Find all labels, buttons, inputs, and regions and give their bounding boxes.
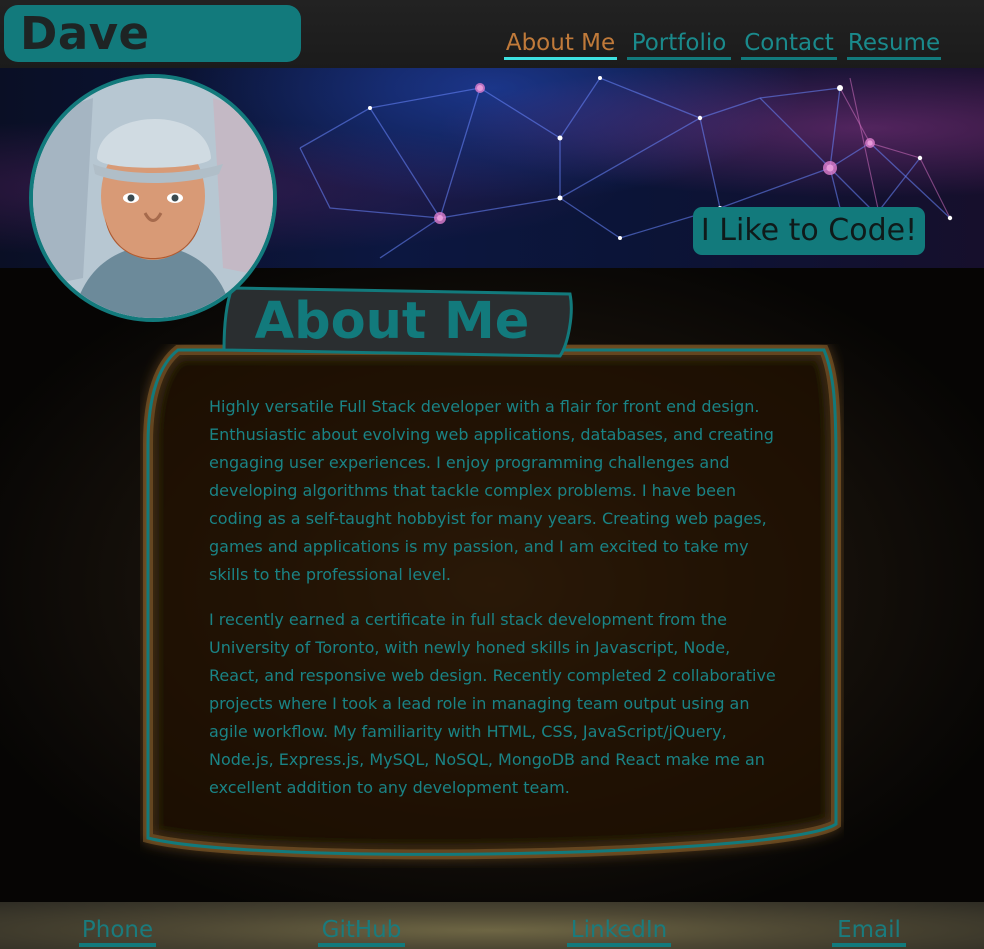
nav-resume[interactable]: Resume [847, 28, 941, 60]
site-footer: Phone GitHub LinkedIn Email [0, 902, 984, 949]
footer-github-link[interactable]: GitHub [318, 916, 405, 947]
site-name[interactable]: Dave Quinn [4, 5, 301, 117]
profile-photo-illustration [33, 78, 273, 318]
tagline-badge: I Like to Code! [693, 207, 925, 255]
about-paragraph-1: Highly versatile Full Stack developer wi… [209, 397, 774, 584]
nav-about-me[interactable]: About Me [504, 28, 617, 60]
nav-contact[interactable]: Contact [741, 28, 837, 60]
nav-portfolio[interactable]: Portfolio [627, 28, 731, 60]
about-title: About Me [254, 292, 530, 351]
about-paragraph-2: I recently earned a certificate in full … [209, 610, 776, 797]
site-header: Dave Quinn About Me Portfolio Contact Re… [0, 0, 984, 117]
footer-email-link[interactable]: Email [832, 916, 906, 947]
about-body: Highly versatile Full Stack developer wi… [209, 393, 781, 819]
profile-photo [29, 74, 277, 322]
footer-linkedin-link[interactable]: LinkedIn [567, 916, 671, 947]
footer-phone-link[interactable]: Phone [79, 916, 156, 947]
about-title-tab: About Me [222, 284, 574, 360]
